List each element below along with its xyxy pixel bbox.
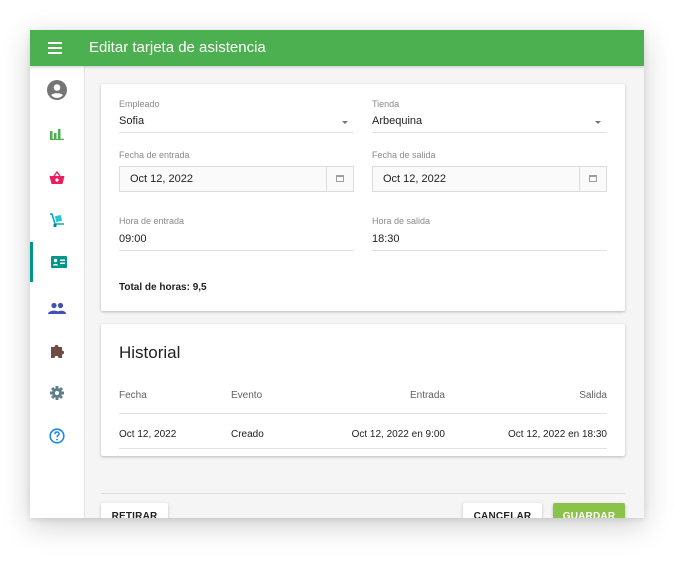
fecha-entrada-label: Fecha de entrada: [119, 150, 190, 160]
retirar-button[interactable]: RETIRAR: [101, 503, 168, 518]
tienda-underline: [372, 132, 607, 133]
divider: [119, 413, 607, 414]
empleado-label: Empleado: [119, 99, 160, 109]
cancel-button[interactable]: CANCELAR: [463, 503, 542, 518]
column-header-salida: Salida: [579, 390, 607, 401]
divider: [326, 167, 327, 191]
empleado-underline: [119, 132, 354, 133]
divider: [101, 493, 625, 494]
page-title: Editar tarjeta de asistencia: [89, 39, 266, 56]
tienda-select[interactable]: Arbequina: [372, 115, 422, 127]
fecha-salida-value: Oct 12, 2022: [383, 173, 446, 185]
sidebar-item-sales[interactable]: [30, 158, 84, 198]
chevron-down-icon[interactable]: [595, 121, 601, 124]
id-card-icon: [50, 256, 67, 268]
puzzle-icon: [51, 344, 65, 358]
sidebar: [30, 66, 85, 518]
sidebar-item-settings[interactable]: [30, 373, 84, 413]
history-card: Historial Fecha Evento Entrada Salida Oc…: [101, 324, 625, 456]
account-circle-icon: [47, 80, 67, 100]
hora-entrada-underline: [119, 250, 354, 251]
sidebar-item-reports[interactable]: [30, 114, 84, 154]
fecha-salida-field[interactable]: Oct 12, 2022: [372, 166, 607, 192]
column-header-evento: Evento: [231, 390, 263, 401]
shopping-basket-icon: [49, 171, 65, 184]
table-cell-fecha: Oct 12, 2022: [119, 429, 177, 440]
sidebar-item-integrations[interactable]: [30, 331, 84, 371]
sidebar-item-account[interactable]: [30, 70, 84, 110]
settings-icon: [50, 386, 64, 400]
hora-salida-underline: [372, 250, 607, 251]
hand-truck-icon: [50, 213, 64, 228]
table-cell-evento: Creado: [231, 429, 264, 440]
bar-chart-icon: [50, 129, 64, 140]
sidebar-item-users[interactable]: [30, 288, 84, 328]
column-header-entrada: Entrada: [409, 390, 445, 401]
tienda-label: Tienda: [372, 99, 400, 109]
hora-salida-input[interactable]: 18:30: [372, 233, 400, 245]
sidebar-item-inventory[interactable]: [30, 200, 84, 240]
column-header-fecha: Fecha: [119, 390, 147, 401]
sidebar-item-help[interactable]: [30, 416, 84, 456]
calendar-icon[interactable]: [589, 175, 597, 182]
chevron-down-icon[interactable]: [342, 121, 348, 124]
save-button[interactable]: GUARDAR: [553, 503, 625, 518]
help-icon: [49, 428, 65, 444]
total-hours: Total de horas: 9,5: [119, 282, 207, 293]
fecha-entrada-value: Oct 12, 2022: [130, 173, 193, 185]
sidebar-item-attendance[interactable]: [30, 242, 84, 282]
divider: [579, 167, 580, 191]
hora-salida-label: Hora de salida: [372, 216, 431, 226]
table-cell-entrada: Oct 12, 2022 en 9:00: [351, 429, 445, 440]
people-icon: [48, 302, 66, 314]
app-bar: Editar tarjeta de asistencia: [30, 30, 644, 66]
empleado-select[interactable]: Sofia: [119, 115, 144, 127]
divider: [119, 448, 607, 449]
history-title: Historial: [119, 343, 181, 362]
fecha-salida-label: Fecha de salida: [372, 150, 436, 160]
table-cell-salida: Oct 12, 2022 en 18:30: [508, 429, 607, 440]
menu-icon[interactable]: [48, 42, 62, 54]
attendance-form-card: Empleado Sofia Tienda Arbequina Fecha de…: [101, 84, 625, 311]
calendar-icon[interactable]: [336, 175, 344, 182]
hora-entrada-input[interactable]: 09:00: [119, 233, 147, 245]
hora-entrada-label: Hora de entrada: [119, 216, 185, 226]
fecha-entrada-field[interactable]: Oct 12, 2022: [119, 166, 354, 192]
main-content: Empleado Sofia Tienda Arbequina Fecha de…: [85, 66, 644, 518]
app-window: Editar tarjeta de asistencia Empleado So…: [30, 30, 644, 518]
